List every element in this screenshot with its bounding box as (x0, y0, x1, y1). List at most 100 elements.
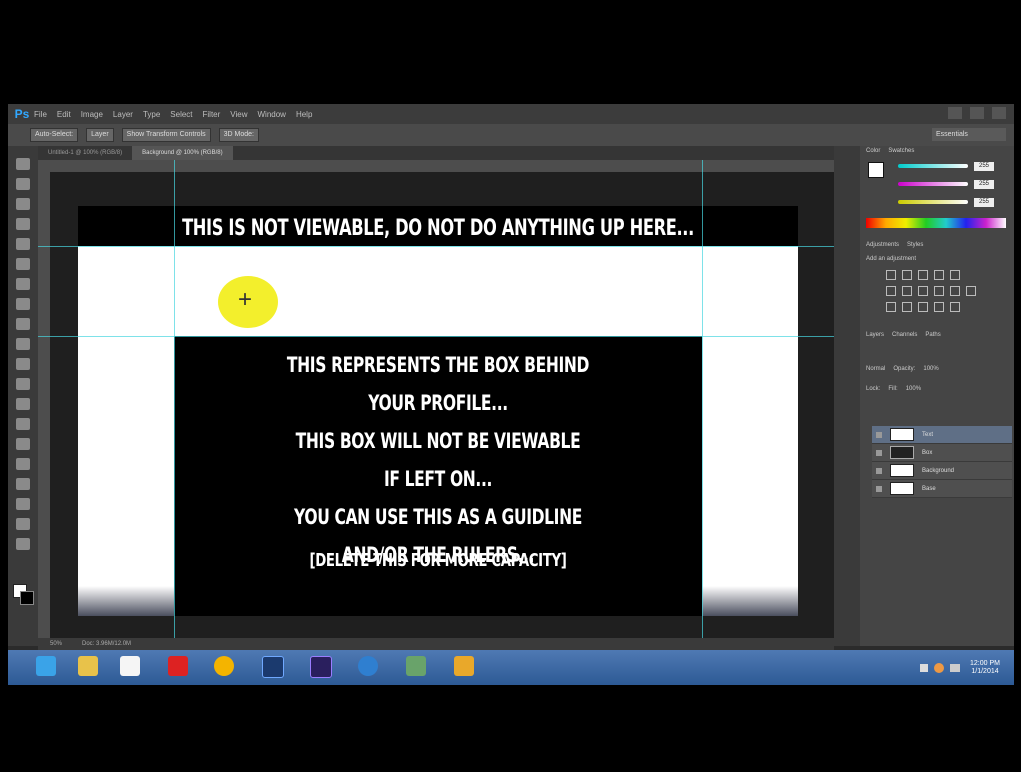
green-slider[interactable] (898, 182, 968, 186)
power-icon[interactable] (168, 656, 188, 676)
opacity-value[interactable]: 100% (923, 366, 938, 376)
tab-adjustments[interactable]: Adjustments (866, 242, 899, 252)
horizontal-guide[interactable] (38, 336, 834, 337)
ie-icon[interactable] (36, 656, 56, 676)
premiere-icon[interactable] (310, 656, 332, 678)
menu-help[interactable]: Help (296, 110, 312, 119)
layer-row[interactable]: Background (872, 462, 1012, 480)
transform-controls-checkbox[interactable]: Show Transform Controls (121, 128, 211, 142)
zoom-tool-icon[interactable] (16, 538, 30, 550)
blue-value[interactable]: 255 (974, 198, 994, 207)
options-bar: Auto-Select: Layer Show Transform Contro… (8, 124, 1014, 146)
red-slider[interactable] (898, 164, 968, 168)
color-spectrum[interactable] (866, 218, 1006, 228)
blue-slider[interactable] (898, 200, 968, 204)
path-select-tool-icon[interactable] (16, 478, 30, 490)
menu-edit[interactable]: Edit (57, 110, 71, 119)
adjustment-icons-row[interactable] (886, 302, 960, 312)
healing-tool-icon[interactable] (16, 278, 30, 290)
tray-arrow-icon[interactable] (920, 664, 928, 672)
photoshop-icon[interactable] (262, 656, 284, 678)
background-color-swatch[interactable] (20, 591, 34, 605)
vertical-guide[interactable] (174, 160, 175, 638)
color-swatch[interactable] (868, 162, 884, 178)
document-canvas[interactable]: THIS IS NOT VIEWABLE, DO NOT DO ANYTHING… (78, 206, 798, 616)
amazon-icon[interactable] (120, 656, 140, 676)
history-brush-tool-icon[interactable] (16, 338, 30, 350)
layer-row[interactable]: Box (872, 444, 1012, 462)
hand-tool-icon[interactable] (16, 518, 30, 530)
brush-tool-icon[interactable] (16, 298, 30, 310)
visibility-eye-icon[interactable] (876, 467, 882, 474)
chrome-icon[interactable] (214, 656, 234, 676)
marquee-tool-icon[interactable] (16, 178, 30, 190)
type-tool-icon[interactable] (16, 458, 30, 470)
tray-app-icon[interactable] (934, 663, 944, 673)
photoshop-logo: Ps (14, 107, 30, 121)
menu-select[interactable]: Select (170, 110, 192, 119)
tab-untitled[interactable]: Untitled-1 @ 100% (RGB/8) (38, 146, 132, 160)
media-icon[interactable] (358, 656, 378, 676)
pen-tool-icon[interactable] (16, 438, 30, 450)
3d-mode-label: 3D Mode: (218, 128, 259, 142)
lasso-tool-icon[interactable] (16, 198, 30, 210)
menu-window[interactable]: Window (258, 110, 286, 119)
network-icon[interactable] (406, 656, 426, 676)
visibility-eye-icon[interactable] (876, 449, 882, 456)
green-value[interactable]: 255 (974, 180, 994, 189)
shape-tool-icon[interactable] (16, 498, 30, 510)
blend-mode-select[interactable]: Normal (866, 366, 885, 376)
close-button[interactable] (992, 107, 1006, 119)
dodge-tool-icon[interactable] (16, 418, 30, 430)
layer-row[interactable]: Base (872, 480, 1012, 498)
menu-view[interactable]: View (230, 110, 247, 119)
tab-styles[interactable]: Styles (907, 242, 923, 252)
tab-paths[interactable]: Paths (925, 332, 940, 342)
collapsed-panel-strip[interactable] (834, 146, 860, 646)
ruler-vertical[interactable] (38, 172, 50, 638)
move-tool-icon[interactable] (16, 158, 30, 170)
ruler-horizontal[interactable] (38, 160, 834, 172)
workspace-select[interactable]: Essentials (932, 128, 1006, 141)
volume-icon[interactable] (950, 664, 960, 672)
crop-tool-icon[interactable] (16, 238, 30, 250)
tab-color[interactable]: Color (866, 148, 880, 158)
layer-row[interactable]: Text (872, 426, 1012, 444)
tab-channels[interactable]: Channels (892, 332, 917, 342)
blur-tool-icon[interactable] (16, 398, 30, 410)
explorer-icon[interactable] (78, 656, 98, 676)
menu-filter[interactable]: Filter (203, 110, 221, 119)
document-size: Doc: 3.96M/12.0M (82, 641, 132, 647)
layer-thumbnail (890, 464, 914, 477)
maximize-button[interactable] (970, 107, 984, 119)
layer-thumbnail (890, 446, 914, 459)
visibility-eye-icon[interactable] (876, 485, 882, 492)
tab-layers[interactable]: Layers (866, 332, 884, 342)
adjustment-icons-row[interactable] (886, 286, 976, 296)
zoom-level[interactable]: 50% (50, 641, 62, 647)
horizontal-guide[interactable] (38, 246, 834, 247)
menu-image[interactable]: Image (81, 110, 103, 119)
layer-select[interactable]: Layer (86, 128, 114, 142)
menu-file[interactable]: File (34, 110, 47, 119)
security-icon[interactable] (454, 656, 474, 676)
adjustments-panel-tabs: Adjustments Styles (866, 242, 923, 252)
eyedropper-tool-icon[interactable] (16, 258, 30, 270)
tab-swatches[interactable]: Swatches (888, 148, 914, 158)
gradient-tool-icon[interactable] (16, 378, 30, 390)
tab-background[interactable]: Background @ 100% (RGB/8) (132, 146, 233, 160)
fill-value[interactable]: 100% (906, 386, 921, 396)
menu-layer[interactable]: Layer (113, 110, 133, 119)
minimize-button[interactable] (948, 107, 962, 119)
visibility-eye-icon[interactable] (876, 431, 882, 438)
blend-row: Normal Opacity: 100% (866, 366, 939, 376)
canvas-area[interactable]: THIS IS NOT VIEWABLE, DO NOT DO ANYTHING… (38, 160, 834, 638)
magic-wand-tool-icon[interactable] (16, 218, 30, 230)
clock[interactable]: 12:00 PM 1/1/2014 (966, 660, 1004, 676)
eraser-tool-icon[interactable] (16, 358, 30, 370)
vertical-guide[interactable] (702, 160, 703, 638)
adjustment-icons-row[interactable] (886, 270, 960, 280)
menu-type[interactable]: Type (143, 110, 160, 119)
stamp-tool-icon[interactable] (16, 318, 30, 330)
red-value[interactable]: 255 (974, 162, 994, 171)
